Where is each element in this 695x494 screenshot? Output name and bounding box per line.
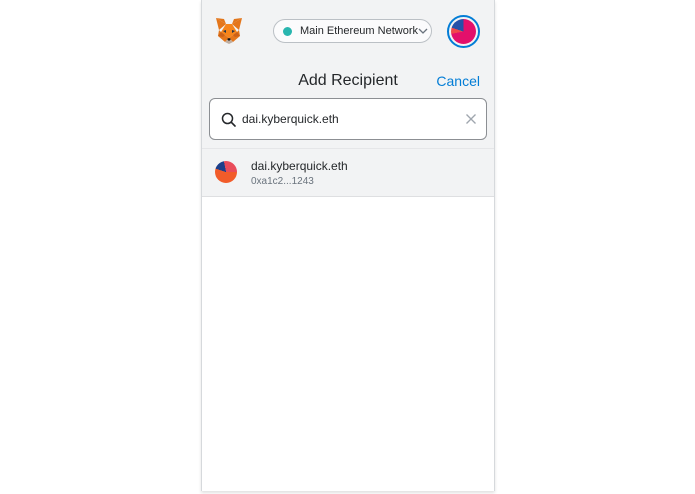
recipient-search-input[interactable]: [242, 110, 457, 128]
metamask-popup: Main Ethereum Network Add Recipient Canc…: [201, 0, 495, 491]
chevron-down-icon: [418, 27, 428, 35]
recipient-result-item[interactable]: dai.kyberquick.eth 0xa1c2...1243: [202, 148, 494, 197]
recipient-name: dai.kyberquick.eth: [251, 159, 348, 173]
recipient-search-field[interactable]: [209, 98, 487, 140]
recipient-address: 0xa1c2...1243: [251, 176, 314, 187]
results-empty-area: [202, 197, 494, 491]
network-status-dot: [283, 26, 292, 36]
recipient-identicon: [215, 161, 237, 183]
close-icon[interactable]: [465, 113, 477, 125]
network-selector[interactable]: Main Ethereum Network: [273, 19, 432, 43]
network-label: Main Ethereum Network: [300, 25, 418, 37]
metamask-fox-icon[interactable]: [214, 16, 244, 46]
app-header: Main Ethereum Network Add Recipient Canc…: [202, 0, 494, 148]
search-icon: [221, 112, 236, 127]
account-menu-button[interactable]: [447, 15, 480, 48]
browser-viewport: Main Ethereum Network Add Recipient Canc…: [0, 0, 695, 494]
account-identicon: [451, 19, 476, 44]
cancel-button[interactable]: Cancel: [436, 73, 480, 89]
